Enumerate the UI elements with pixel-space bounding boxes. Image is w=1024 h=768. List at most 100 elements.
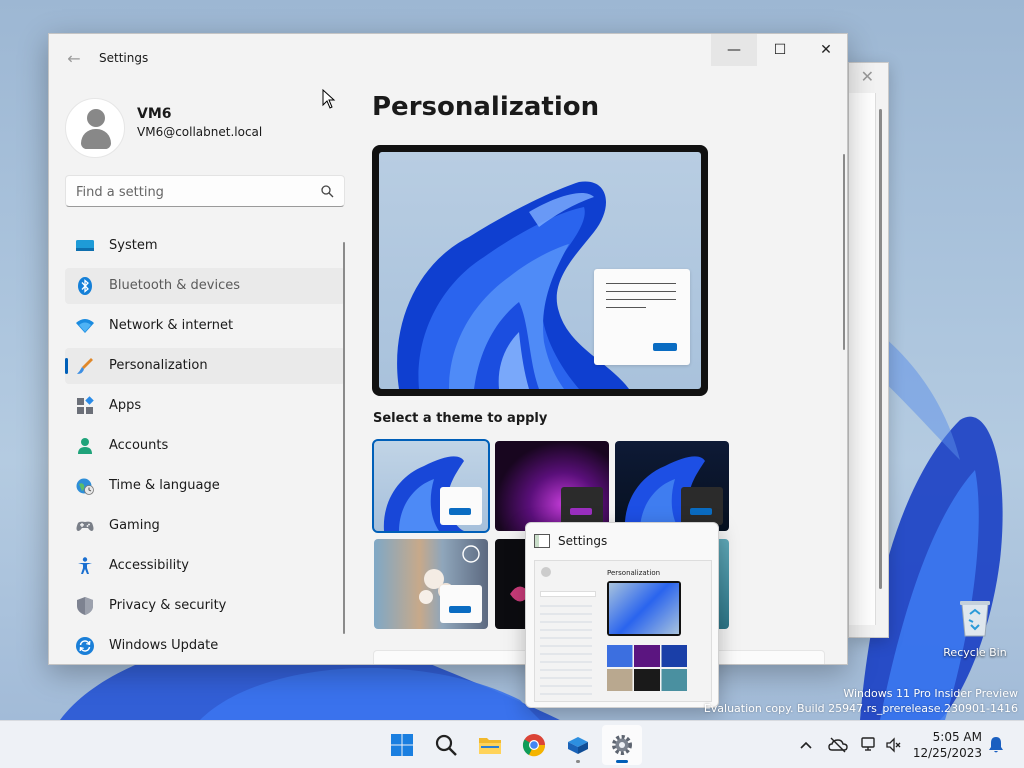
user-profile[interactable]: VM6 VM6@collabnet.local xyxy=(65,98,365,162)
chrome-icon xyxy=(522,734,546,757)
theme-preview xyxy=(372,145,708,396)
brush-icon xyxy=(77,358,93,374)
user-email: VM6@collabnet.local xyxy=(137,125,263,139)
sidebar-item-label: Personalization xyxy=(109,358,208,373)
preview-window-card xyxy=(594,269,690,365)
shield-icon xyxy=(77,597,93,615)
gamepad-icon xyxy=(76,521,94,531)
sidebar-item-label: Time & language xyxy=(109,478,220,493)
mini-theme-row xyxy=(607,669,687,691)
preview-line xyxy=(606,291,676,292)
theme-tile-windows-light[interactable] xyxy=(372,439,490,533)
content-scrollbar[interactable] xyxy=(843,154,845,350)
preview-button-shape xyxy=(653,343,677,351)
folder-icon xyxy=(479,738,501,754)
background-window[interactable]: ✕ xyxy=(848,62,889,638)
search-box[interactable] xyxy=(65,175,345,207)
sidebar-item-label: Accessibility xyxy=(109,558,189,573)
sidebar-item-windows-update[interactable]: Windows Update xyxy=(65,628,345,664)
start-button[interactable] xyxy=(382,725,422,765)
maximize-button[interactable]: ☐ xyxy=(757,34,803,66)
thumbnail-title: Settings xyxy=(558,534,608,548)
sidebar-item-accounts[interactable]: Accounts xyxy=(65,428,345,464)
settings-window-icon xyxy=(534,534,550,548)
bluetooth-icon xyxy=(78,277,92,295)
sidebar-item-system[interactable]: System xyxy=(65,228,345,264)
search-input[interactable] xyxy=(76,182,306,202)
onedrive-offline-icon[interactable] xyxy=(828,735,848,755)
accounts-icon xyxy=(78,438,92,454)
sidebar-item-label: Privacy & security xyxy=(109,598,227,613)
avatar[interactable] xyxy=(65,98,125,158)
theme-mini-window xyxy=(681,487,723,525)
search-icon[interactable] xyxy=(320,184,334,198)
chevron-up-icon[interactable] xyxy=(796,735,816,755)
chrome-button[interactable] xyxy=(514,725,554,765)
page-title: Personalization xyxy=(372,92,600,122)
theme-mini-window xyxy=(440,585,482,623)
back-button[interactable]: ← xyxy=(63,48,85,70)
theme-mini-button xyxy=(690,508,712,515)
sidebar-nav: System Bluetooth & devices Network & int… xyxy=(65,228,345,664)
sidebar-item-bluetooth[interactable]: Bluetooth & devices xyxy=(65,268,345,304)
thumbnail-window-image: Personalization xyxy=(534,560,712,702)
sidebar-item-gaming[interactable]: Gaming xyxy=(65,508,345,544)
running-indicator xyxy=(576,760,580,763)
settings-window: ← Settings — ☐ ✕ VM6 VM6@collabnet.local… xyxy=(48,33,848,665)
box-app-icon xyxy=(568,737,588,754)
theme-tile-captured-motion[interactable] xyxy=(374,539,488,629)
sidebar-scrollbar[interactable] xyxy=(343,242,345,634)
close-button[interactable]: ✕ xyxy=(803,34,847,66)
volume-muted-icon[interactable] xyxy=(884,735,904,755)
sidebar-item-time-language[interactable]: Time & language xyxy=(65,468,345,504)
settings-taskbar-button[interactable] xyxy=(602,725,642,765)
network-icon[interactable] xyxy=(860,735,880,755)
clock[interactable]: 5:05 AM 12/25/2023 xyxy=(906,729,982,761)
sidebar-item-apps[interactable]: Apps xyxy=(65,388,345,424)
mini-nav-lines xyxy=(540,605,592,697)
clock-date: 12/25/2023 xyxy=(912,746,982,760)
sidebar-item-personalization[interactable]: Personalization xyxy=(65,348,345,384)
theme-tile-windows-dark[interactable] xyxy=(615,441,729,531)
mini-search xyxy=(540,591,596,597)
recycle-bin-icon xyxy=(960,601,990,637)
watermark-line-2: Evaluation copy. Build 25947.rs_prerelea… xyxy=(703,702,1018,715)
background-window-close-icon[interactable]: ✕ xyxy=(861,67,874,86)
theme-mini-window xyxy=(561,487,603,525)
preview-line xyxy=(606,307,646,308)
sidebar-item-network[interactable]: Network & internet xyxy=(65,308,345,344)
theme-mini-button xyxy=(570,508,592,515)
gear-icon xyxy=(612,735,632,755)
app-title: Settings xyxy=(99,51,149,65)
sidebar-item-accessibility[interactable]: Accessibility xyxy=(65,548,345,584)
update-icon xyxy=(76,637,94,655)
user-name: VM6 xyxy=(137,106,172,122)
title-bar[interactable]: ← Settings — ☐ ✕ xyxy=(49,34,847,82)
mouse-cursor-icon xyxy=(322,89,336,109)
virtualbox-button[interactable] xyxy=(558,725,598,765)
windows-watermark: Windows 11 Pro Insider Preview Evaluatio… xyxy=(704,686,1018,716)
taskbar-thumbnail-preview[interactable]: Settings Personalization xyxy=(525,522,719,708)
sidebar-item-privacy[interactable]: Privacy & security xyxy=(65,588,345,624)
sidebar-item-label: Network & internet xyxy=(109,318,234,333)
notification-bell-icon[interactable] xyxy=(986,735,1006,755)
theme-preview-wallpaper xyxy=(379,152,701,389)
sidebar-item-label: Bluetooth & devices xyxy=(109,278,240,293)
avatar-head-shape xyxy=(87,109,105,127)
search-button[interactable] xyxy=(426,725,466,765)
sidebar-item-label: Windows Update xyxy=(109,638,219,653)
sidebar-item-label: Gaming xyxy=(109,518,160,533)
file-explorer-button[interactable] xyxy=(470,725,510,765)
mini-theme-row xyxy=(607,645,687,667)
minimize-button[interactable]: — xyxy=(711,34,757,66)
mini-page-title: Personalization xyxy=(607,569,661,577)
clock-time: 5:05 AM xyxy=(932,730,982,744)
sidebar-item-label: System xyxy=(109,238,158,253)
recycle-bin[interactable]: Recycle Bin xyxy=(940,598,1010,659)
mini-avatar xyxy=(541,567,551,577)
wifi-icon xyxy=(76,319,94,333)
globe-clock-icon xyxy=(76,478,94,495)
theme-tile-glow[interactable] xyxy=(495,441,609,531)
theme-mini-button xyxy=(449,606,471,613)
background-window-scrollbar[interactable] xyxy=(879,109,882,589)
